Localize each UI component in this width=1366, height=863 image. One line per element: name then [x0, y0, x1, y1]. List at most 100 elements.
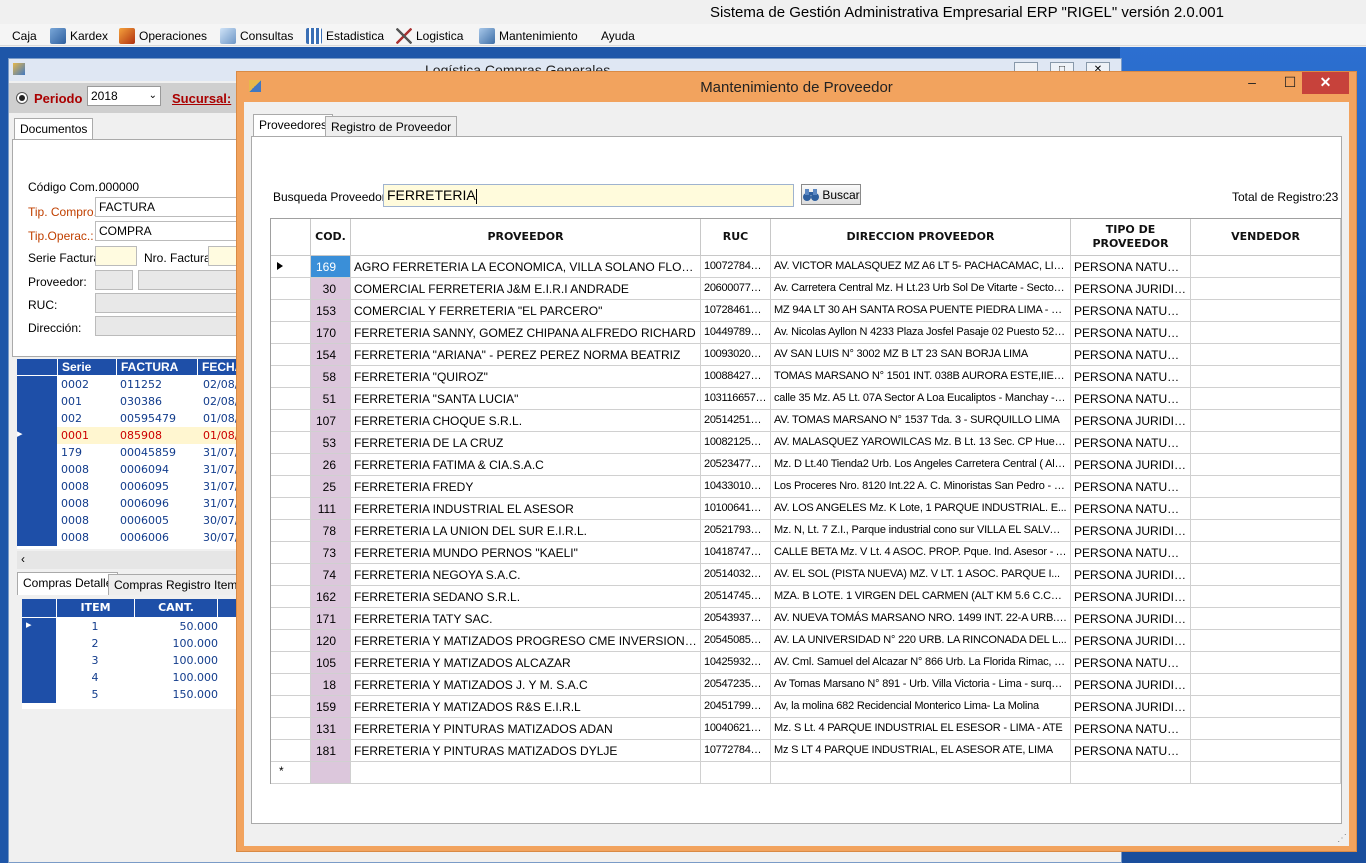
row-header[interactable]: [271, 454, 311, 476]
cell-direccion[interactable]: TOMAS MARSANO N° 1501 INT. 038B AURORA E…: [771, 366, 1071, 388]
table-row[interactable]: 74 FERRETERIA NEGOYA S.A.C. 20514032310 AV.…: [271, 564, 1342, 586]
cell-tipo[interactable]: PERSONA JURIDICA: [1071, 454, 1191, 476]
item-row[interactable]: 5 150.000: [22, 686, 244, 703]
cell-ruc[interactable]: 20600077270: [701, 278, 771, 300]
cell-proveedor[interactable]: FERRETERIA INDUSTRIAL EL ASESOR: [351, 498, 701, 520]
row-header[interactable]: [271, 586, 311, 608]
row-header[interactable]: [17, 444, 57, 461]
cell-tipo[interactable]: PERSONA NATURAL: [1071, 476, 1191, 498]
cell-ruc[interactable]: 20514745464: [701, 586, 771, 608]
table-row[interactable]: 30 COMERCIAL FERRETERIA J&M E.I.R.I ANDRA…: [271, 278, 1342, 300]
column-header-proveedor[interactable]: PROVEEDOR: [351, 219, 701, 256]
row-header[interactable]: [17, 512, 57, 529]
cell-cod[interactable]: 30: [311, 278, 351, 300]
cell-tipo[interactable]: PERSONA NATURAL: [1071, 366, 1191, 388]
cell-cod[interactable]: 181: [311, 740, 351, 762]
row-header[interactable]: [271, 520, 311, 542]
cell-tipo[interactable]: PERSONA NATURAL: [1071, 498, 1191, 520]
factura-row[interactable]: 0008 0006005 30/07/20: [17, 512, 249, 529]
table-row[interactable]: 51 FERRETERIA "SANTA LUCIA" 10311665737 cal…: [271, 388, 1342, 410]
factura-row[interactable]: 0008 0006094 31/07/20: [17, 461, 249, 478]
factura-row[interactable]: 0008 0006095 31/07/20: [17, 478, 249, 495]
row-header[interactable]: [17, 376, 57, 393]
row-header[interactable]: [22, 686, 56, 703]
cell-vendedor[interactable]: [1191, 674, 1341, 696]
cell-ruc[interactable]: 20514251461: [701, 410, 771, 432]
menu-estadistica[interactable]: Estadistica: [306, 27, 384, 44]
menu-caja[interactable]: Caja: [12, 27, 37, 44]
cell-tipo[interactable]: PERSONA JURIDICA: [1071, 410, 1191, 432]
cell-ruc[interactable]: 10311665737: [701, 388, 771, 410]
cell-proveedor[interactable]: AGRO FERRETERIA LA ECONOMICA, VILLA SOLA…: [351, 256, 701, 278]
tip-operac-field[interactable]: COMPRA: [95, 221, 245, 241]
cell-ruc[interactable]: 20547235127: [701, 674, 771, 696]
proveedor-name-field[interactable]: [138, 270, 245, 290]
cell-direccion[interactable]: Mz. S Lt. 4 PARQUE INDUSTRIAL EL ESESOR …: [771, 718, 1071, 740]
cell-vendedor[interactable]: [1191, 498, 1341, 520]
cell-ruc[interactable]: 20545085659: [701, 630, 771, 652]
cell-proveedor[interactable]: FERRETERIA DE LA CRUZ: [351, 432, 701, 454]
cell-vendedor[interactable]: [1191, 300, 1341, 322]
cell-proveedor[interactable]: FERRETERIA TATY SAC.: [351, 608, 701, 630]
periodo-radio[interactable]: [16, 92, 28, 104]
factura-row[interactable]: 0002 011252 02/08/20: [17, 376, 249, 393]
cell-ruc[interactable]: 10100641823: [701, 498, 771, 520]
empty-cell[interactable]: [351, 762, 701, 784]
row-header[interactable]: [271, 476, 311, 498]
table-row[interactable]: 154 FERRETERIA "ARIANA" - PEREZ PEREZ NOR…: [271, 344, 1342, 366]
minimize-icon[interactable]: ‒: [1237, 72, 1267, 94]
tab-documentos[interactable]: Documentos: [14, 118, 94, 141]
cell-proveedor[interactable]: FERRETERIA Y MATIZADOS R&S E.I.R.L: [351, 696, 701, 718]
cell-cod[interactable]: 105: [311, 652, 351, 674]
cell-proveedor[interactable]: FERRETERIA "SANTA LUCIA": [351, 388, 701, 410]
cell-direccion[interactable]: Av. Carretera Central Mz. H Lt.23 Urb So…: [771, 278, 1071, 300]
row-header[interactable]: [271, 696, 311, 718]
cell-vendedor[interactable]: [1191, 542, 1341, 564]
cell-cod[interactable]: 120: [311, 630, 351, 652]
cell-direccion[interactable]: AV. TOMAS MARSANO N° 1537 Tda. 3 - SURQU…: [771, 410, 1071, 432]
row-header[interactable]: [271, 300, 311, 322]
cell-proveedor[interactable]: FERRETERIA "QUIROZ": [351, 366, 701, 388]
menu-mantenimiento[interactable]: Mantenimiento: [479, 27, 578, 44]
table-row[interactable]: 18 FERRETERIA Y MATIZADOS J. Y M. S.A.C 20…: [271, 674, 1342, 696]
menu-ayuda[interactable]: Ayuda: [601, 27, 635, 44]
table-row[interactable]: 53 FERRETERIA DE LA CRUZ 10082125545 AV. MA…: [271, 432, 1342, 454]
cell-ruc[interactable]: 10418747485: [701, 542, 771, 564]
row-header[interactable]: [271, 652, 311, 674]
cell-cod[interactable]: 78: [311, 520, 351, 542]
cell-direccion[interactable]: Av, la molina 682 Recidencial Monterico …: [771, 696, 1071, 718]
table-row[interactable]: 120 FERRETERIA Y MATIZADOS PROGRESO CME I…: [271, 630, 1342, 652]
row-header[interactable]: [17, 410, 57, 427]
proveedor-code-field[interactable]: [95, 270, 133, 290]
cell-tipo[interactable]: PERSONA JURIDICA: [1071, 564, 1191, 586]
cell-vendedor[interactable]: [1191, 432, 1341, 454]
table-row[interactable]: 26 FERRETERIA FATIMA & CIA.S.A.C 205234770…: [271, 454, 1342, 476]
factura-row[interactable]: ▸ 0001 085908 01/08/20: [17, 427, 249, 444]
facturas-grid[interactable]: Serie FACTURA FECHA I 0002 011252 02/08/20…: [17, 359, 249, 549]
tip-compro-field[interactable]: FACTURA: [95, 197, 245, 217]
table-row[interactable]: 107 FERRETERIA CHOQUE S.R.L. 20514251461 AV…: [271, 410, 1342, 432]
new-row[interactable]: *: [271, 762, 1342, 784]
table-row[interactable]: 25 FERRETERIA FREDY 10433010081 Los Procere…: [271, 476, 1342, 498]
cell-cod[interactable]: 153: [311, 300, 351, 322]
cell-tipo[interactable]: PERSONA NATURAL: [1071, 432, 1191, 454]
row-header[interactable]: [271, 608, 311, 630]
cell-direccion[interactable]: AV. VICTOR MALASQUEZ MZ A6 LT 5- PACHACA…: [771, 256, 1071, 278]
column-header-cod[interactable]: COD.: [311, 219, 351, 256]
cell-direccion[interactable]: AV SAN LUIS N° 3002 MZ B LT 23 SAN BORJA…: [771, 344, 1071, 366]
cell-proveedor[interactable]: COMERCIAL Y FERRETERIA "EL PARCERO": [351, 300, 701, 322]
cell-vendedor[interactable]: [1191, 344, 1341, 366]
table-row[interactable]: 153 COMERCIAL Y FERRETERIA "EL PARCERO" 10…: [271, 300, 1342, 322]
row-header[interactable]: [22, 669, 56, 686]
row-header[interactable]: [271, 256, 311, 278]
busqueda-input[interactable]: FERRETERIA: [383, 184, 794, 207]
cell-ruc[interactable]: 10728461476: [701, 300, 771, 322]
cell-ruc[interactable]: 20523477006: [701, 454, 771, 476]
cell-vendedor[interactable]: [1191, 652, 1341, 674]
cell-tipo[interactable]: PERSONA JURIDICA: [1071, 586, 1191, 608]
table-row[interactable]: 170 FERRETERIA SANNY, GOMEZ CHIPANA ALFRE…: [271, 322, 1342, 344]
cell-tipo[interactable]: PERSONA JURIDICA: [1071, 278, 1191, 300]
cell-direccion[interactable]: CALLE BETA Mz. V Lt. 4 ASOC. PROP. Pque.…: [771, 542, 1071, 564]
cell-tipo[interactable]: PERSONA NATURAL: [1071, 652, 1191, 674]
direccion-field[interactable]: [95, 316, 245, 336]
